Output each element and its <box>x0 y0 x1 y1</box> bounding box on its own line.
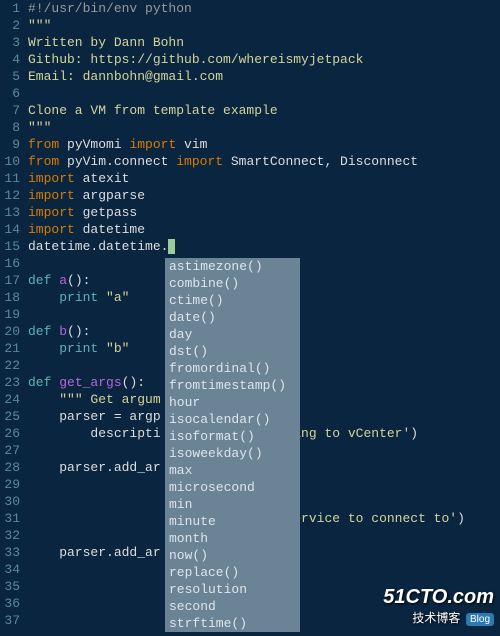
autocomplete-item[interactable]: strftime() <box>165 615 300 632</box>
code-line[interactable]: Written by Dann Bohn <box>28 34 500 51</box>
line-number: 20 <box>0 323 20 340</box>
line-number: 26 <box>0 425 20 442</box>
line-number: 13 <box>0 204 20 221</box>
code-line[interactable]: Clone a VM from template example <box>28 102 500 119</box>
line-number: 15 <box>0 238 20 255</box>
line-number: 27 <box>0 442 20 459</box>
code-line[interactable]: from pyVim.connect import SmartConnect, … <box>28 153 500 170</box>
watermark-logo-text: 51CTO.com <box>383 586 494 609</box>
autocomplete-item[interactable]: isoformat() <box>165 428 300 445</box>
autocomplete-item[interactable]: fromordinal() <box>165 360 300 377</box>
line-number: 22 <box>0 357 20 374</box>
autocomplete-item[interactable]: day <box>165 326 300 343</box>
line-number: 19 <box>0 306 20 323</box>
autocomplete-item[interactable]: now() <box>165 547 300 564</box>
autocomplete-item[interactable]: resolution <box>165 581 300 598</box>
code-line[interactable] <box>28 85 500 102</box>
line-number: 12 <box>0 187 20 204</box>
autocomplete-item[interactable]: microsecond <box>165 479 300 496</box>
autocomplete-item[interactable]: astimezone() <box>165 258 300 275</box>
code-line[interactable]: #!/usr/bin/env python <box>28 0 500 17</box>
code-line[interactable]: from pyVmomi import vim <box>28 136 500 153</box>
line-number: 2 <box>0 17 20 34</box>
autocomplete-item[interactable]: minute <box>165 513 300 530</box>
line-number: 23 <box>0 374 20 391</box>
autocomplete-item[interactable]: max <box>165 462 300 479</box>
line-number: 1 <box>0 0 20 17</box>
autocomplete-item[interactable]: ctime() <box>165 292 300 309</box>
watermark-subtitle: 技术博客 <box>412 611 460 625</box>
line-number: 10 <box>0 153 20 170</box>
line-number: 3 <box>0 34 20 51</box>
code-line[interactable]: import datetime <box>28 221 500 238</box>
line-number: 29 <box>0 476 20 493</box>
autocomplete-item[interactable]: replace() <box>165 564 300 581</box>
autocomplete-item[interactable]: combine() <box>165 275 300 292</box>
autocomplete-item[interactable]: hour <box>165 394 300 411</box>
watermark-overlay: 51CTO.com 技术博客 Blog <box>383 586 494 626</box>
line-number: 16 <box>0 255 20 272</box>
line-number: 7 <box>0 102 20 119</box>
line-number: 14 <box>0 221 20 238</box>
autocomplete-item[interactable]: month <box>165 530 300 547</box>
autocomplete-item[interactable]: isocalendar() <box>165 411 300 428</box>
line-number: 9 <box>0 136 20 153</box>
code-line[interactable]: import getpass <box>28 204 500 221</box>
line-number: 11 <box>0 170 20 187</box>
line-number: 28 <box>0 459 20 476</box>
autocomplete-item[interactable]: min <box>165 496 300 513</box>
line-number: 33 <box>0 544 20 561</box>
watermark-sub-row: 技术博客 Blog <box>383 609 494 626</box>
code-line[interactable]: import argparse <box>28 187 500 204</box>
line-number: 17 <box>0 272 20 289</box>
autocomplete-item[interactable]: fromtimestamp() <box>165 377 300 394</box>
line-number: 35 <box>0 578 20 595</box>
autocomplete-popup[interactable]: astimezone()combine()ctime()date()daydst… <box>165 258 300 632</box>
watermark-pill: Blog <box>466 613 494 626</box>
line-number: 31 <box>0 510 20 527</box>
code-line[interactable]: Github: https://github.com/whereismyjetp… <box>28 51 500 68</box>
line-number: 5 <box>0 68 20 85</box>
line-number: 30 <box>0 493 20 510</box>
line-number: 36 <box>0 595 20 612</box>
code-line[interactable]: """ <box>28 17 500 34</box>
code-line[interactable]: datetime.datetime. <box>28 238 500 255</box>
code-line[interactable]: Email: dannbohn@gmail.com <box>28 68 500 85</box>
autocomplete-item[interactable]: date() <box>165 309 300 326</box>
line-number: 32 <box>0 527 20 544</box>
line-number: 37 <box>0 612 20 629</box>
line-number: 18 <box>0 289 20 306</box>
line-number: 25 <box>0 408 20 425</box>
line-number: 34 <box>0 561 20 578</box>
line-number: 6 <box>0 85 20 102</box>
text-cursor <box>168 239 175 254</box>
code-line[interactable]: import atexit <box>28 170 500 187</box>
autocomplete-item[interactable]: dst() <box>165 343 300 360</box>
autocomplete-item[interactable]: isoweekday() <box>165 445 300 462</box>
line-number: 21 <box>0 340 20 357</box>
code-line[interactable]: """ <box>28 119 500 136</box>
line-number: 24 <box>0 391 20 408</box>
line-number: 4 <box>0 51 20 68</box>
autocomplete-item[interactable]: second <box>165 598 300 615</box>
line-number-gutter: 1234567891011121314151617181920212223242… <box>0 0 28 636</box>
line-number: 8 <box>0 119 20 136</box>
